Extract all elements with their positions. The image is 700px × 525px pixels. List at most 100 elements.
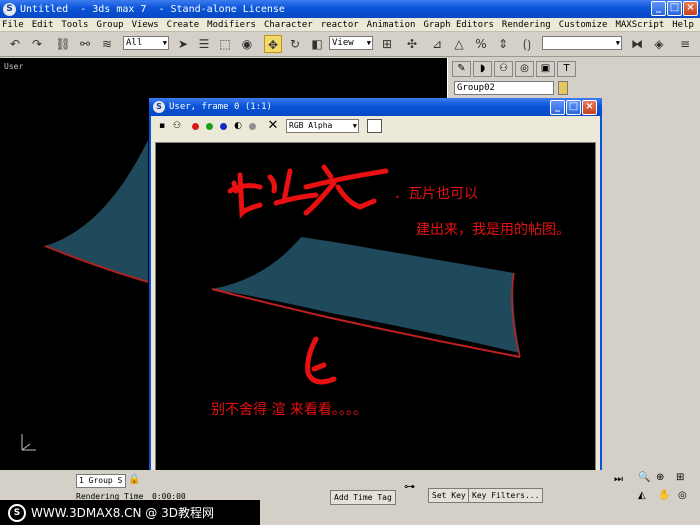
layer-manager-icon[interactable]: ≡ <box>676 35 694 53</box>
red-scribble-character-1 <box>227 172 263 219</box>
key-filters-button[interactable]: Key Filters... <box>468 488 544 503</box>
frame-window-title-bar: S User, frame 0 (1:1) _ □ × <box>149 98 602 116</box>
red-channel-icon[interactable] <box>192 122 199 130</box>
menu-rendering[interactable]: Rendering <box>502 20 551 30</box>
snap-toggle-icon[interactable]: ⊿ <box>428 35 446 53</box>
mirror-icon[interactable]: ⧓ <box>628 35 646 53</box>
red-scribble-character-3 <box>303 164 389 216</box>
frame-window-controls: _ □ × <box>550 100 597 115</box>
menu-reactor[interactable]: reactor <box>321 20 359 30</box>
menu-file[interactable]: File <box>2 20 24 30</box>
frame-minimize-button[interactable]: _ <box>550 100 565 115</box>
frame-window-title: User, frame 0 (1:1) <box>169 102 272 112</box>
select-link-icon[interactable]: ⛓ <box>54 35 72 53</box>
menu-modifiers[interactable]: Modifiers <box>207 20 256 30</box>
zoom-icon[interactable]: 🔍 <box>638 472 650 483</box>
menu-customize[interactable]: Customize <box>559 20 608 30</box>
edit-named-selection-icon[interactable]: ⟮⟯ <box>518 35 536 53</box>
rendered-frame-window: S User, frame 0 (1:1) _ □ × ▪ ⚇ ◐ ✕ RGB … <box>149 98 602 478</box>
main-toolbar: ↶ ↷ ⛓ ⚯ ≋ All ➤ ☰ ⬚ ◉ ✥ ↻ ◧ View ⊞ ✣ ⊿ △… <box>0 32 700 57</box>
key-icon: ⊶ <box>404 480 415 493</box>
select-by-name-icon[interactable]: ☰ <box>195 35 213 53</box>
monochrome-icon[interactable] <box>249 122 256 130</box>
redo-icon[interactable]: ↷ <box>28 35 46 53</box>
spinner-snap-icon[interactable]: ⇕ <box>494 35 512 53</box>
zoom-extents-icon[interactable]: ⊞ <box>676 472 684 483</box>
pan-icon[interactable]: ✋ <box>658 490 670 501</box>
hierarchy-tab-icon[interactable]: ⚇ <box>494 61 513 77</box>
rendered-image: ．瓦片也可以 建出来，我是用的帖图。 别不舍得 渲 来看看。。。。 <box>155 142 596 472</box>
menu-bar: File Edit Tools Group Views Create Modif… <box>0 18 700 32</box>
blue-channel-icon[interactable] <box>220 122 227 130</box>
menu-maxscript[interactable]: MAXScript <box>615 20 664 30</box>
menu-create[interactable]: Create <box>167 20 200 30</box>
clone-window-icon[interactable]: ⚇ <box>171 120 183 132</box>
annotation-line-3: 别不舍得 渲 来看看。。。。 <box>211 402 367 418</box>
annotation-line-2: 建出来，我是用的帖图。 <box>416 222 570 238</box>
arc-rotate-icon[interactable]: ◎ <box>678 490 687 501</box>
selection-filter-select[interactable]: All <box>123 36 169 50</box>
window-title: Untitled - 3ds max 7 - Stand-alone Licen… <box>20 3 285 15</box>
lock-selection-icon[interactable]: 🔒 <box>128 474 140 485</box>
move-icon[interactable]: ✥ <box>264 35 282 53</box>
menu-help[interactable]: Help <box>672 20 694 30</box>
selection-count: 1 Group S <box>76 474 126 488</box>
menu-character[interactable]: Character <box>264 20 313 30</box>
minimize-button[interactable]: _ <box>651 1 666 16</box>
red-scribble-character-4 <box>305 336 337 385</box>
object-name-field[interactable]: Group02 <box>454 81 554 95</box>
display-tab-icon[interactable]: ▣ <box>536 61 555 77</box>
motion-tab-icon[interactable]: ◎ <box>515 61 534 77</box>
object-color-swatch[interactable] <box>558 81 568 95</box>
modify-tab-icon[interactable]: ◗ <box>473 61 492 77</box>
maximize-button[interactable]: □ <box>667 1 682 16</box>
named-selection-set-select[interactable] <box>542 36 622 50</box>
utilities-tab-icon[interactable]: T <box>557 61 576 77</box>
frame-close-button[interactable]: × <box>582 100 597 115</box>
create-tab-icon[interactable]: ✎ <box>452 61 471 77</box>
go-to-end-icon[interactable]: ⏭ <box>614 474 623 485</box>
green-channel-icon[interactable] <box>206 122 213 130</box>
window-crossing-icon[interactable]: ◉ <box>238 35 256 53</box>
roof-tile-mesh <box>45 140 148 282</box>
window-controls: _ □ × <box>651 1 698 16</box>
alpha-channel-icon[interactable]: ◐ <box>232 120 244 132</box>
frame-toolbar: ▪ ⚇ ◐ ✕ RGB Alpha <box>151 116 600 136</box>
menu-views[interactable]: Views <box>132 20 159 30</box>
angle-snap-icon[interactable]: △ <box>450 35 468 53</box>
bind-space-warp-icon[interactable]: ≋ <box>98 35 116 53</box>
rendered-scene <box>211 164 521 385</box>
zoom-all-icon[interactable]: ⊕ <box>656 472 664 483</box>
menu-group[interactable]: Group <box>96 20 123 30</box>
undo-icon[interactable]: ↶ <box>6 35 24 53</box>
set-key-button[interactable]: Set Key <box>428 488 470 503</box>
watermark-text: WWW.3DMAX8.CN @ 3D教程网 <box>31 506 215 520</box>
axis-tripod-icon <box>21 434 36 451</box>
menu-graph-editors[interactable]: Graph Editors <box>423 20 493 30</box>
rotate-icon[interactable]: ↻ <box>286 35 304 53</box>
annotation-line-1: ．瓦片也可以 <box>394 186 478 202</box>
select-object-icon[interactable]: ➤ <box>174 35 192 53</box>
3dsmax-logo-icon: S <box>3 2 16 16</box>
menu-tools[interactable]: Tools <box>61 20 88 30</box>
percent-snap-icon[interactable]: % <box>472 35 490 53</box>
menu-edit[interactable]: Edit <box>32 20 54 30</box>
scale-icon[interactable]: ◧ <box>308 35 326 53</box>
reference-coordinate-select[interactable]: View <box>329 36 373 50</box>
pivot-center-icon[interactable]: ⊞ <box>378 35 396 53</box>
field-of-view-icon[interactable]: ◭ <box>638 490 646 501</box>
frame-maximize-button[interactable]: □ <box>566 100 581 115</box>
rect-selection-icon[interactable]: ⬚ <box>216 35 234 53</box>
unlink-icon[interactable]: ⚯ <box>76 35 94 53</box>
display-channel-select[interactable]: RGB Alpha <box>286 119 359 133</box>
pixel-color-swatch[interactable] <box>367 119 382 133</box>
roof-tile-render <box>212 237 520 353</box>
save-bitmap-icon[interactable]: ▪ <box>156 120 168 132</box>
close-button[interactable]: × <box>683 1 698 16</box>
add-time-tag-button[interactable]: Add Time Tag <box>330 490 396 505</box>
clear-icon[interactable]: ✕ <box>267 119 279 132</box>
menu-animation[interactable]: Animation <box>367 20 416 30</box>
align-icon[interactable]: ◈ <box>650 35 668 53</box>
select-manipulate-icon[interactable]: ✣ <box>403 35 421 53</box>
watermark-banner: S WWW.3DMAX8.CN @ 3D教程网 <box>0 500 260 525</box>
